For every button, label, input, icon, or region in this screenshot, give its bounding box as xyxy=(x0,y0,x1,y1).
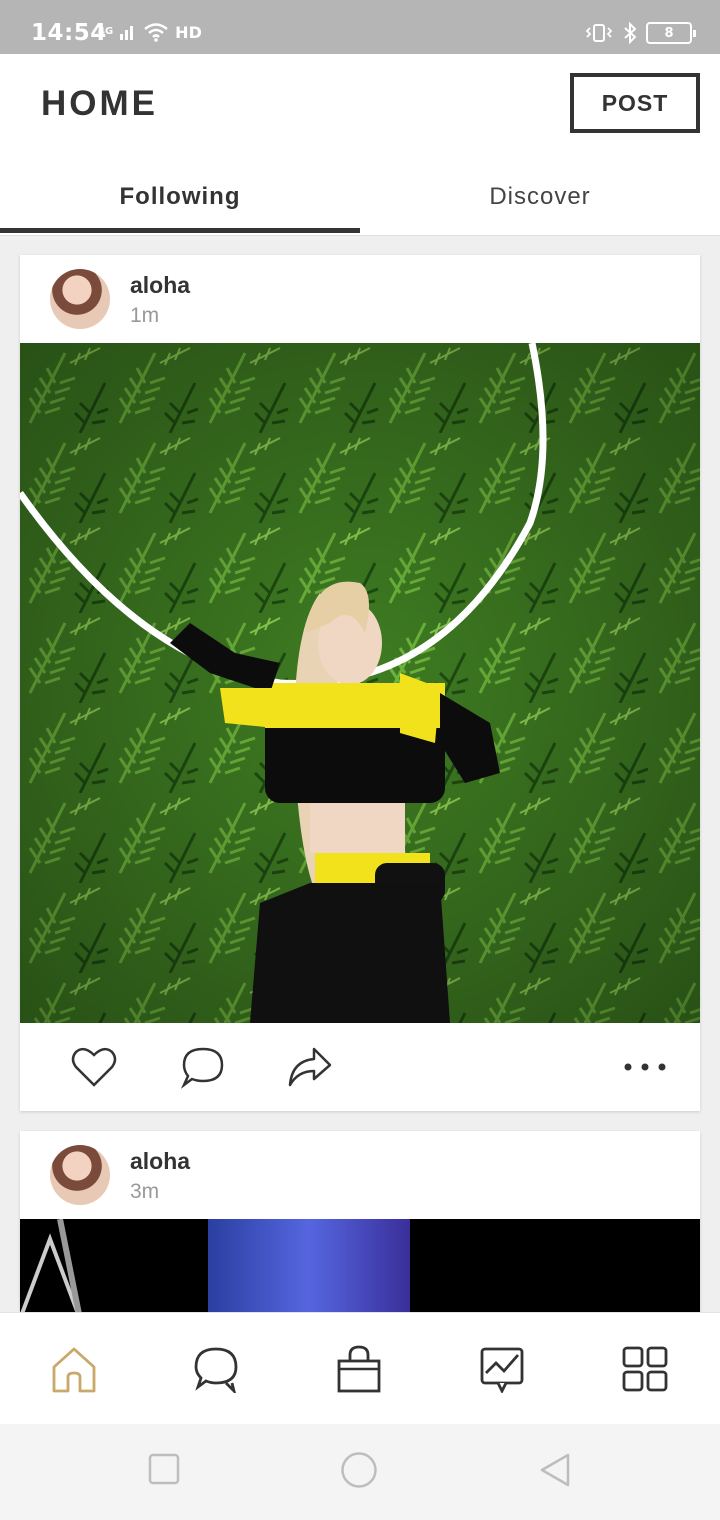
post-image[interactable] xyxy=(20,1219,700,1312)
bluetooth-icon xyxy=(624,22,637,44)
status-left-icons: 4G HD xyxy=(98,22,202,42)
network-type: 4G xyxy=(98,26,114,37)
system-navigation xyxy=(0,1424,720,1520)
back-icon[interactable] xyxy=(538,1452,572,1488)
post-image-illustration xyxy=(20,343,700,1023)
screen: 14:54 4G HD 8 HOME POST Following Discov… xyxy=(0,0,720,1520)
more-icon[interactable] xyxy=(622,1061,668,1073)
app-header: HOME POST xyxy=(0,54,720,158)
active-tab-indicator xyxy=(0,228,360,233)
signal-icon xyxy=(120,26,134,40)
heart-icon[interactable] xyxy=(70,1045,118,1089)
tab-following[interactable]: Following xyxy=(0,158,360,236)
post-time: 3m xyxy=(130,1180,160,1203)
chat-icon[interactable] xyxy=(192,1345,240,1393)
home-circle-icon[interactable] xyxy=(340,1451,378,1489)
bottom-navigation xyxy=(0,1312,720,1424)
recent-apps-icon[interactable] xyxy=(148,1453,180,1485)
wifi-icon xyxy=(144,23,168,42)
comment-icon[interactable] xyxy=(180,1045,226,1089)
feed-tabs: Following Discover xyxy=(0,158,720,236)
battery-icon: 8 xyxy=(646,22,696,44)
grid-menu-icon[interactable] xyxy=(621,1345,669,1393)
status-bar: 14:54 4G HD 8 xyxy=(0,0,720,54)
avatar[interactable] xyxy=(50,269,110,329)
status-right-icons: 8 xyxy=(584,22,696,44)
page-title: HOME xyxy=(41,84,158,123)
vibrate-icon xyxy=(585,24,613,42)
share-icon[interactable] xyxy=(286,1045,334,1089)
post-button[interactable]: POST xyxy=(570,73,700,133)
activity-icon[interactable] xyxy=(478,1345,526,1393)
hd-indicator: HD xyxy=(175,22,202,42)
status-time: 14:54 xyxy=(31,20,107,46)
post-image[interactable] xyxy=(20,343,700,1023)
post-header: aloha 3m xyxy=(20,1131,700,1219)
post-card: aloha 1m xyxy=(20,255,700,1111)
battery-level: 8 xyxy=(664,25,674,41)
post-username[interactable]: aloha xyxy=(130,1148,190,1175)
tab-discover[interactable]: Discover xyxy=(360,158,720,236)
post-username[interactable]: aloha xyxy=(130,272,190,299)
avatar[interactable] xyxy=(50,1145,110,1205)
post-card: aloha 3m xyxy=(20,1131,700,1312)
post-actions xyxy=(20,1023,700,1111)
post-image-illustration xyxy=(20,1219,700,1312)
home-icon[interactable] xyxy=(50,1345,98,1393)
post-time: 1m xyxy=(130,304,160,327)
shop-bag-icon[interactable] xyxy=(335,1345,383,1393)
post-header: aloha 1m xyxy=(20,255,700,343)
